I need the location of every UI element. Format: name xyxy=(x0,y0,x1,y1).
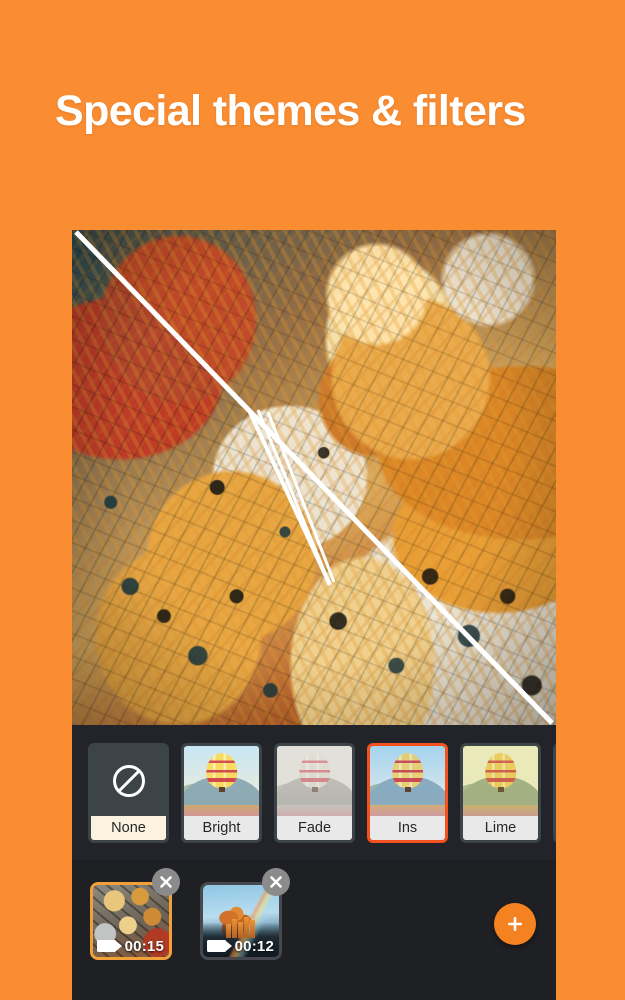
filter-tile-fade[interactable]: Fade xyxy=(274,742,355,843)
clip-duration: 00:15 xyxy=(124,937,164,955)
clip-meta: 00:12 xyxy=(203,935,279,957)
filter-tile-bright[interactable]: Bright xyxy=(181,742,262,843)
filter-tile-none[interactable]: None xyxy=(88,742,169,843)
video-preview[interactable] xyxy=(72,230,556,725)
thumb-hot-air-balloon xyxy=(484,752,517,788)
thumb-flower-field xyxy=(370,805,445,816)
clip-delete-button[interactable] xyxy=(152,868,180,896)
clip-duration: 00:12 xyxy=(234,937,274,955)
filter-tile-lime[interactable]: Lime xyxy=(460,742,541,843)
filter-strip[interactable]: None Bright Fade Ins Lime Ocean xyxy=(72,725,556,860)
thumb-flower-field xyxy=(277,805,352,816)
filter-tile-ins[interactable]: Ins xyxy=(367,742,448,843)
clip-delete-button[interactable] xyxy=(262,868,290,896)
thumb-balloon-stripes xyxy=(205,752,238,788)
thumb-hot-air-balloon xyxy=(205,752,238,788)
close-icon xyxy=(270,876,282,888)
thumb-balloon-basket xyxy=(404,786,411,792)
filter-label: Ins xyxy=(370,815,445,840)
thumb-balloon-stripes xyxy=(298,752,331,788)
filter-label: None xyxy=(91,815,166,840)
filter-thumbnail xyxy=(184,745,259,816)
filter-thumbnail xyxy=(463,745,538,816)
thumb-balloon-stripes xyxy=(484,752,517,788)
thumb-balloon-basket xyxy=(497,786,504,792)
plus-icon xyxy=(508,917,522,931)
thumb-balloon-stripes xyxy=(391,752,424,788)
filter-label: Fade xyxy=(277,815,352,840)
app-screen: None Bright Fade Ins Lime Ocean 00:15 00:12 xyxy=(72,230,556,1000)
filter-label: Bright xyxy=(184,815,259,840)
clip-timeline: 00:15 00:12 xyxy=(72,860,556,1000)
clip-meta: 00:15 xyxy=(93,935,169,957)
filter-thumbnail xyxy=(370,745,445,816)
thumb-flower-field xyxy=(463,805,538,816)
no-filter-icon xyxy=(91,746,166,816)
thumb-hot-air-balloon xyxy=(391,752,424,788)
filter-tile-ocean[interactable]: Ocean xyxy=(553,742,556,843)
thumb-balloon-basket xyxy=(311,786,318,792)
filter-label: Lime xyxy=(463,815,538,840)
thumb-hot-air-balloon xyxy=(298,752,331,788)
filter-thumbnail xyxy=(277,745,352,816)
thumb-flower-field xyxy=(184,805,259,816)
filter-split-guide xyxy=(74,230,554,725)
close-icon xyxy=(160,876,172,888)
promo-headline: Special themes & filters xyxy=(55,87,526,135)
thumb-balloon-basket xyxy=(218,786,225,792)
video-camera-icon xyxy=(97,940,122,952)
add-clip-button[interactable] xyxy=(494,903,536,945)
video-camera-icon xyxy=(207,940,232,952)
